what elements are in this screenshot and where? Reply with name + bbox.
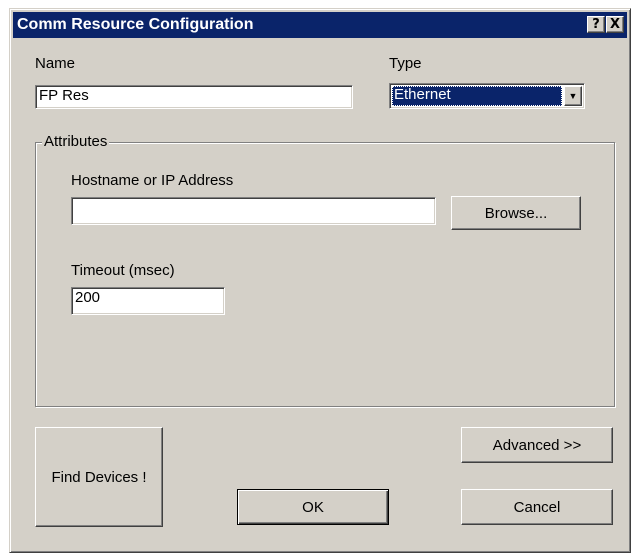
ok-button[interactable]: OK [237,489,389,525]
type-label: Type [389,55,422,72]
type-selected-value: Ethernet [392,86,562,106]
help-button[interactable]: ? [587,16,605,33]
close-button[interactable]: X [606,16,624,33]
type-select[interactable]: Ethernet ▼ [389,83,585,109]
hostname-label: Hostname or IP Address [71,172,234,189]
timeout-input[interactable]: 200 [71,287,225,315]
chevron-down-icon[interactable]: ▼ [564,86,582,106]
comm-resource-dialog: Comm Resource Configuration ? X Name FP … [9,8,631,553]
advanced-button[interactable]: Advanced >> [461,427,613,463]
find-devices-button[interactable]: Find Devices ! [35,427,163,527]
title-bar[interactable]: Comm Resource Configuration ? X [13,12,627,38]
timeout-label: Timeout (msec) [71,262,175,279]
hostname-input[interactable] [71,197,436,225]
name-label: Name [35,55,76,72]
name-field[interactable]: FP Res [35,85,353,109]
attributes-group-title: Attributes [42,133,110,150]
cancel-button[interactable]: Cancel [461,489,613,525]
browse-button[interactable]: Browse... [451,196,581,230]
window-title: Comm Resource Configuration [17,16,254,33]
